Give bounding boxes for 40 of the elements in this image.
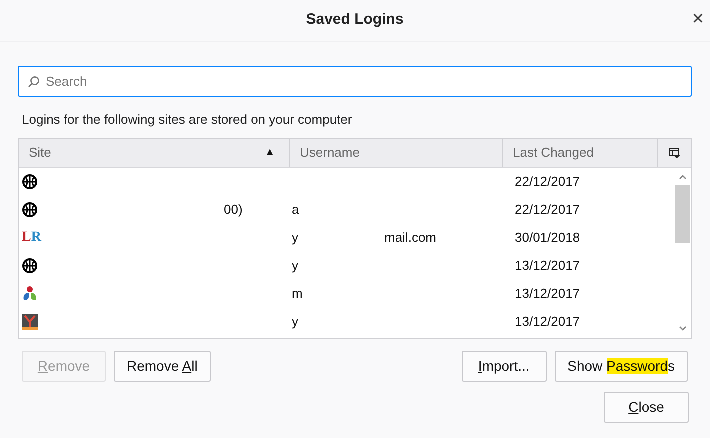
login-row[interactable]: 00) a 22/12/2017 (19, 196, 674, 224)
date-text: 22/12/2017 (514, 200, 582, 219)
login-row[interactable]: m 13/12/2017 (19, 280, 674, 308)
column-header[interactable]: Site ▲ (19, 138, 290, 166)
close-dialog-button[interactable]: Close (604, 392, 689, 422)
globe-icon (22, 258, 38, 274)
scrollbar-thumb[interactable] (675, 184, 690, 242)
remove-all-button[interactable]: Remove All (114, 350, 211, 382)
username-text: mail.com (384, 228, 437, 247)
scroll-down-icon[interactable] (678, 326, 686, 332)
window-title: Saved Logins (306, 10, 404, 30)
date-text: 30/01/2018 (514, 228, 582, 247)
globe-icon (22, 202, 38, 218)
bubbles-logo-icon (22, 286, 38, 302)
username-text: y (292, 312, 298, 331)
show-passwords-button[interactable]: Show Passwords (554, 350, 688, 382)
description-text: Logins for the following sites are stored on your computer (22, 111, 354, 129)
username-text: y (292, 228, 298, 247)
column-header[interactable]: Username (290, 138, 503, 166)
login-row[interactable]: 22/12/2017 (19, 168, 674, 196)
y-logo-icon (22, 314, 38, 330)
search-field[interactable]: Search (18, 66, 692, 97)
date-text: 13/12/2017 (514, 312, 582, 331)
column-picker-icon[interactable] (669, 148, 680, 158)
search-icon (28, 76, 40, 88)
date-text: 13/12/2017 (514, 256, 582, 275)
globe-icon (22, 174, 38, 190)
close-button[interactable]: × (692, 9, 704, 29)
username-text: m (292, 284, 303, 303)
column-header[interactable]: Last Changed (503, 138, 658, 166)
date-text: 22/12/2017 (514, 172, 582, 191)
import-button[interactable]: Import... (462, 350, 547, 382)
username-text: y (292, 256, 298, 275)
login-row[interactable]: y 13/12/2017 (19, 308, 674, 336)
login-row[interactable]: LR y mail.com 30/01/2018 (19, 224, 674, 252)
scroll-up-icon[interactable] (678, 174, 686, 180)
date-text: 13/12/2017 (514, 284, 582, 303)
site-text: 00) (224, 200, 243, 219)
login-row[interactable]: y 13/12/2017 (19, 252, 674, 280)
username-text: a (292, 200, 300, 219)
